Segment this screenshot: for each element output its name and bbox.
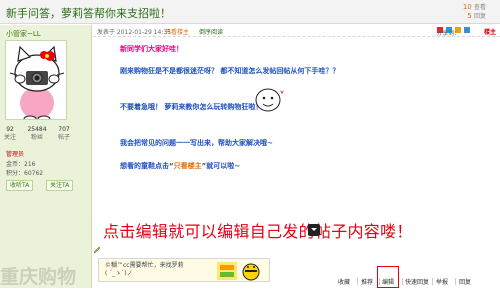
user-panel: 小管家~LL 92 关注 25484 粉丝 707 帖子 管理员 金币：216 积分：… <box>0 25 92 288</box>
user-gold: 金币：216 <box>6 161 36 168</box>
action-divider <box>402 278 403 285</box>
action-divider <box>432 278 433 285</box>
smiley-emoticon-icon <box>255 88 284 112</box>
post-time: 发表于 2012-01-29 14:35 <box>97 29 171 36</box>
views-count: 10 <box>462 3 472 11</box>
post-line-2: 刚来购物狂是不是都很迷茫呀？ 都不知道怎么发帖回帖从何下手哇？？ <box>120 67 340 75</box>
report-button[interactable]: 举报 <box>436 277 448 286</box>
post-header: 发表于 2012-01-29 14:35 只看楼主 倒序阅读 分享到： 楼主 <box>93 25 500 37</box>
reverse-order-link[interactable]: 倒序阅读 <box>199 27 223 36</box>
listen-button[interactable]: 收听TA <box>6 180 34 191</box>
hello-kitty-avatar-icon <box>6 41 66 119</box>
floor-label: 楼主 <box>483 29 496 36</box>
thread-title: 新手问答，萝莉答帮你来支招啦！ <box>6 7 171 20</box>
site-watermark: 重庆购物 <box>0 266 77 288</box>
follow-button[interactable]: 关注TA <box>46 180 74 191</box>
quick-reply-button[interactable]: 快速回复 <box>405 277 429 286</box>
replies-label: 回复 <box>473 13 486 20</box>
edit-highlight-box <box>377 266 399 288</box>
replies-count: 5 <box>467 12 472 20</box>
post-line-4: 我会把常见的问题一一写出来，帮助大家解决哦~ <box>120 139 273 147</box>
action-divider <box>357 278 358 285</box>
only-author-highlight: 只看楼主 <box>173 162 202 170</box>
share-bar: 分享到： <box>436 26 470 37</box>
favorite-button[interactable]: 收藏 <box>338 277 350 286</box>
user-role: 管理员 <box>6 151 25 158</box>
post-line-5: 想看的童鞋点击“只看楼主”就可以啦~ <box>120 162 241 170</box>
username-link[interactable]: 小管家~LL <box>6 29 41 39</box>
dropdown-arrow-icon[interactable] <box>308 224 320 236</box>
post-line-1: 新同学们大家好哇！ <box>120 45 183 53</box>
views-label: 查看 <box>473 4 486 11</box>
reply-button[interactable]: 回复 <box>459 277 471 286</box>
pencil-icon <box>93 246 101 254</box>
user-stats: 92 关注 25484 粉丝 707 帖子 <box>4 126 70 142</box>
avatar[interactable] <box>5 40 67 120</box>
instruction-overlay: 点击编辑就可以编辑自己发的帖子内容喽！ <box>103 222 413 241</box>
stat-following[interactable]: 92 关注 <box>4 126 16 142</box>
more-share-icon[interactable] <box>464 26 470 33</box>
recommend-button[interactable]: 推荐 <box>361 277 373 286</box>
share-label: 分享到： <box>436 30 461 37</box>
thread-header: 新手问答，萝莉答帮你来支招啦！ 10 查看 5 回复 <box>0 0 500 24</box>
post-actions: 收藏 推荐 编辑 快速回复 举报 回复 <box>93 266 500 288</box>
action-divider <box>455 278 456 285</box>
user-points: 积分：60762 <box>6 170 44 177</box>
post-line-3: 不要着急哦！ 萝莉来教你怎么玩转购物狂啦！ <box>120 103 263 111</box>
stat-posts[interactable]: 707 帖子 <box>58 126 70 142</box>
thread-stats: 10 查看 5 回复 <box>463 3 486 21</box>
only-author-link[interactable]: 只看楼主 <box>165 27 189 36</box>
stat-fans[interactable]: 25484 粉丝 <box>27 126 46 142</box>
